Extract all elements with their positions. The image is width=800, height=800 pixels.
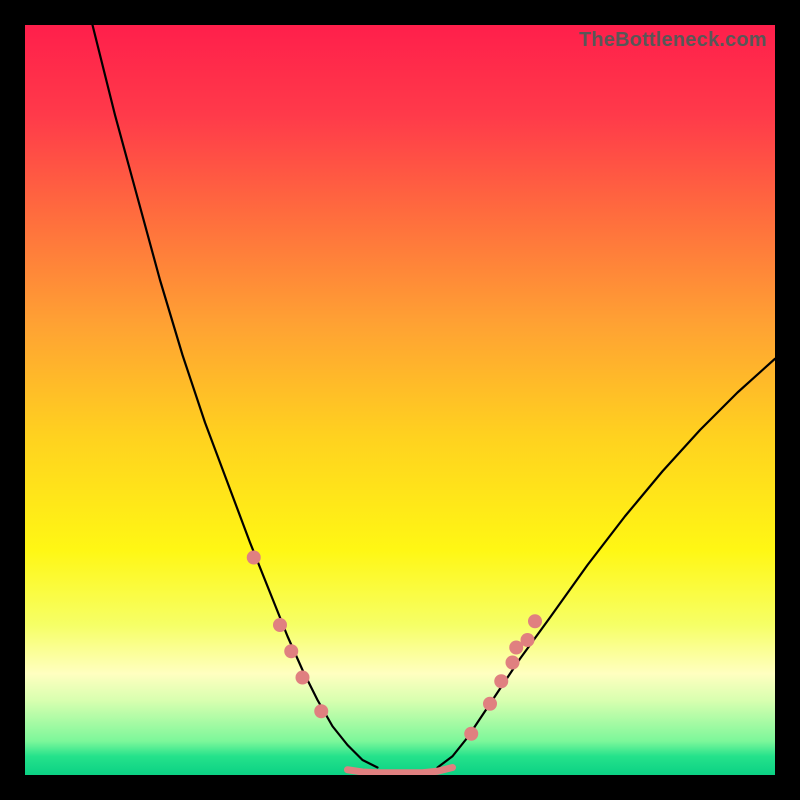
- dot-dots-right: [521, 633, 535, 647]
- dot-dots-left: [284, 644, 298, 658]
- dot-dots-right: [464, 727, 478, 741]
- dot-dots-left: [296, 671, 310, 685]
- outer-frame: TheBottleneck.com: [0, 0, 800, 800]
- chart-svg: [25, 25, 775, 775]
- gradient-background: [25, 25, 775, 775]
- dot-dots-right: [528, 614, 542, 628]
- dot-dots-left: [247, 551, 261, 565]
- dot-dots-right: [506, 656, 520, 670]
- dot-dots-left: [314, 704, 328, 718]
- dot-dots-right: [494, 674, 508, 688]
- dot-dots-right: [483, 697, 497, 711]
- dot-dots-left: [273, 618, 287, 632]
- plot-area: TheBottleneck.com: [25, 25, 775, 775]
- watermark-text: TheBottleneck.com: [579, 29, 767, 52]
